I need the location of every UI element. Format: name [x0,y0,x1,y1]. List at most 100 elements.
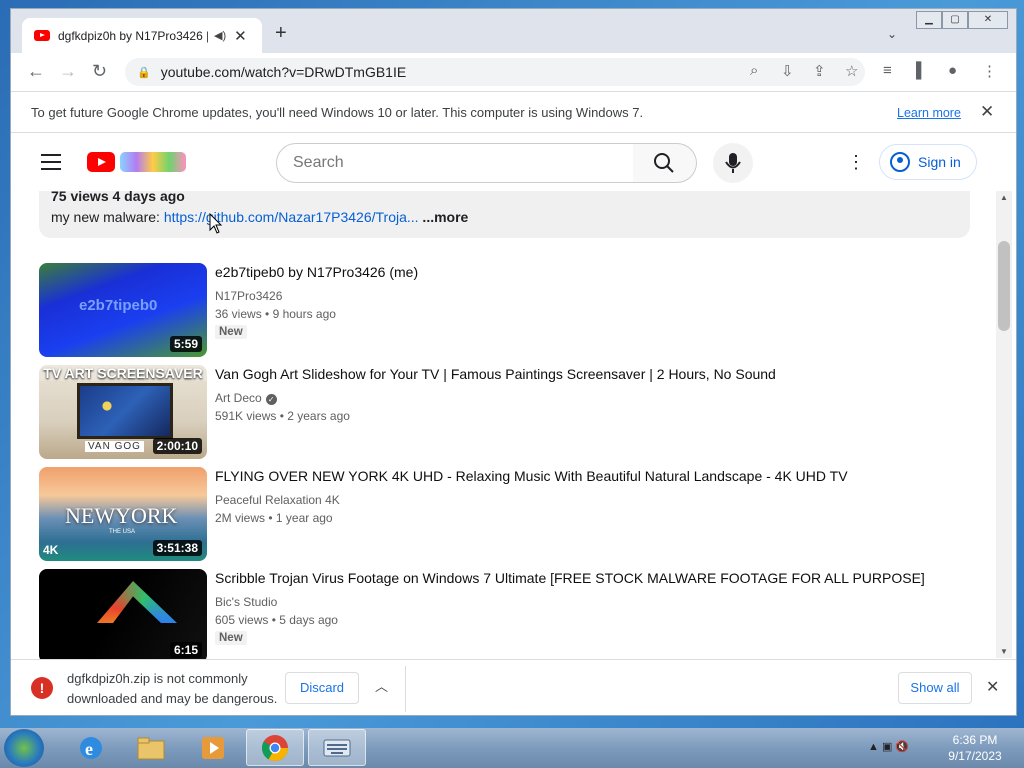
tab-title: dgfkdpiz0h by N17Pro3426 | [58,28,208,43]
settings-menu-icon[interactable]: ⋮ [847,152,865,173]
side-panel-icon[interactable]: ▌ [916,62,927,79]
video-thumbnail[interactable]: e2b7tipeb0 5:59 [39,263,207,357]
sign-in-button[interactable]: Sign in [879,144,977,180]
duration-badge: 6:15 [169,642,202,658]
video-meta: 2M views • 1 year ago [215,511,333,525]
share-icon[interactable]: ⇪ [813,62,826,80]
hamburger-menu-icon[interactable] [41,154,61,175]
video-description[interactable]: 75 views 4 days ago my new malware: http… [39,188,970,238]
media-controls-icon[interactable]: ≡ [883,62,892,79]
start-button[interactable] [4,729,44,767]
channel-name[interactable]: N17Pro3426 [215,289,282,303]
thumbnail-text: e2b7tipeb0 [79,297,158,314]
profile-icon[interactable]: ● [948,62,957,79]
video-views: 2M views [215,511,266,525]
window-controls: ▁ ▢ ✕ [916,11,1008,29]
channel-name[interactable]: Art Deco ✓ [215,391,277,405]
scribble-shape [97,581,177,623]
recommended-video[interactable]: 6:15 Scribble Trojan Virus Footage on Wi… [39,569,959,663]
scrollbar-thumb[interactable] [998,241,1010,331]
recommended-video[interactable]: TV ART SCREENSAVER VAN GOG 2:00:10 Van G… [39,365,959,459]
video-views: 591K views [215,409,277,423]
back-arrow-icon[interactable]: ← [27,61,45,82]
chevron-up-icon[interactable]: ︿ [375,676,388,695]
video-meta: 591K views • 2 years ago [215,409,350,423]
update-infobar: To get future Google Chrome updates, you… [11,91,1016,133]
bookmark-star-icon[interactable]: ☆ [845,62,858,80]
media-player-icon[interactable] [184,729,242,766]
speaker-icon[interactable]: ◀) [214,29,226,42]
install-app-icon[interactable]: ⇩ [781,62,794,80]
infobar-message: To get future Google Chrome updates, you… [31,105,644,120]
video-thumbnail[interactable]: NEWYORK THE USA 4K 3:51:38 [39,467,207,561]
warning-icon: ! [31,677,53,699]
browser-toolbar: ← → ↻ 🔒 youtube.com/watch?v=DRwDTmGB1IE … [11,53,1016,91]
search-input[interactable]: Search [276,143,634,183]
youtube-header: Search ⋮ Sign in [11,134,1001,190]
show-more-link[interactable]: ...more [419,209,468,225]
video-thumbnail[interactable]: 6:15 [39,569,207,663]
lock-icon[interactable]: 🔒 [137,66,151,79]
page-scrollbar[interactable]: ▲ ▼ [996,191,1012,658]
chrome-taskbar-icon[interactable] [246,729,304,766]
video-views: 36 views [215,307,262,321]
browser-tab[interactable]: dgfkdpiz0h by N17Pro3426 | ◀) ✕ [22,18,262,53]
video-title[interactable]: FLYING OVER NEW YORK 4K UHD - Relaxing M… [215,468,848,484]
download-warning-text[interactable]: dgfkdpiz0h.zip is not commonly downloade… [67,669,287,709]
reload-icon[interactable]: ↻ [92,61,107,82]
divider [405,666,406,712]
channel-name[interactable]: Bic's Studio [215,595,277,609]
video-age: 9 hours ago [272,307,336,321]
taskbar: e ▲ ▣ 🔇 6:36 PM 9/17/2023 [0,728,1024,768]
maximize-button[interactable]: ▢ [942,11,968,29]
tab-close-button[interactable]: ✕ [234,27,247,45]
recommended-video[interactable]: NEWYORK THE USA 4K 3:51:38 FLYING OVER N… [39,467,959,561]
search-icon[interactable]: ⌕ [750,62,758,79]
file-explorer-icon[interactable] [122,729,180,766]
learn-more-link[interactable]: Learn more [897,106,961,120]
chrome-menu-icon[interactable]: ⋮ [982,62,997,80]
github-link[interactable]: https://github.com/Nazar17P3426/Troja... [164,209,419,225]
video-title[interactable]: Scribble Trojan Virus Footage on Windows… [215,570,925,586]
download-shelf: ! dgfkdpiz0h.zip is not commonly downloa… [11,659,1016,715]
chrome-window: dgfkdpiz0h by N17Pro3426 | ◀) ✕ + ⌄ ▁ ▢ … [10,8,1017,716]
description-prefix: my new malware: [51,209,164,225]
video-title[interactable]: Van Gogh Art Slideshow for Your TV | Fam… [215,366,776,382]
youtube-favicon-icon [34,30,50,41]
minimize-button[interactable]: ▁ [916,11,942,29]
download-shelf-close-button[interactable]: ✕ [986,677,999,697]
clock-time: 6:36 PM [952,733,998,747]
microphone-icon [725,153,741,173]
url-text[interactable]: youtube.com/watch?v=DRwDTmGB1IE [161,64,406,80]
video-age: 5 days ago [279,613,338,627]
forward-arrow-icon[interactable]: → [59,61,77,82]
recommended-video[interactable]: e2b7tipeb0 5:59 e2b7tipeb0 by N17Pro3426… [39,263,959,357]
infobar-close-button[interactable]: ✕ [980,102,994,122]
thumbnail-text: TV ART SCREENSAVER [39,365,207,381]
clock-date: 9/17/2023 [948,749,1002,763]
channel-name[interactable]: Peaceful Relaxation 4K [215,493,340,507]
internet-explorer-icon[interactable]: e [62,729,120,766]
video-title[interactable]: e2b7tipeb0 by N17Pro3426 (me) [215,264,418,280]
show-all-button[interactable]: Show all [898,672,972,704]
discard-button[interactable]: Discard [285,672,359,704]
video-meta: 36 views • 9 hours ago [215,307,336,321]
scroll-up-icon[interactable]: ▲ [1000,193,1008,202]
on-screen-keyboard-icon[interactable] [308,729,366,766]
youtube-logo-icon[interactable] [87,152,115,172]
close-window-button[interactable]: ✕ [968,11,1008,29]
scroll-down-icon[interactable]: ▼ [1000,647,1008,656]
thumbnail-subtext: THE USA [109,529,136,535]
video-age: 2 years ago [287,409,350,423]
tab-strip: dgfkdpiz0h by N17Pro3426 | ◀) ✕ + ⌄ ▁ ▢ … [11,9,1016,53]
video-thumbnail[interactable]: TV ART SCREENSAVER VAN GOG 2:00:10 [39,365,207,459]
system-clock[interactable]: 6:36 PM 9/17/2023 [940,732,1010,764]
tab-search-icon[interactable]: ⌄ [887,27,897,41]
youtube-doodle-logo[interactable] [120,152,186,172]
search-button[interactable] [633,143,697,183]
voice-search-button[interactable] [713,143,753,183]
tray-icons[interactable]: ▲ ▣ 🔇 [868,740,909,753]
new-tab-button[interactable]: + [275,22,287,45]
new-badge: New [215,325,247,339]
duration-badge: 2:00:10 [152,438,202,454]
